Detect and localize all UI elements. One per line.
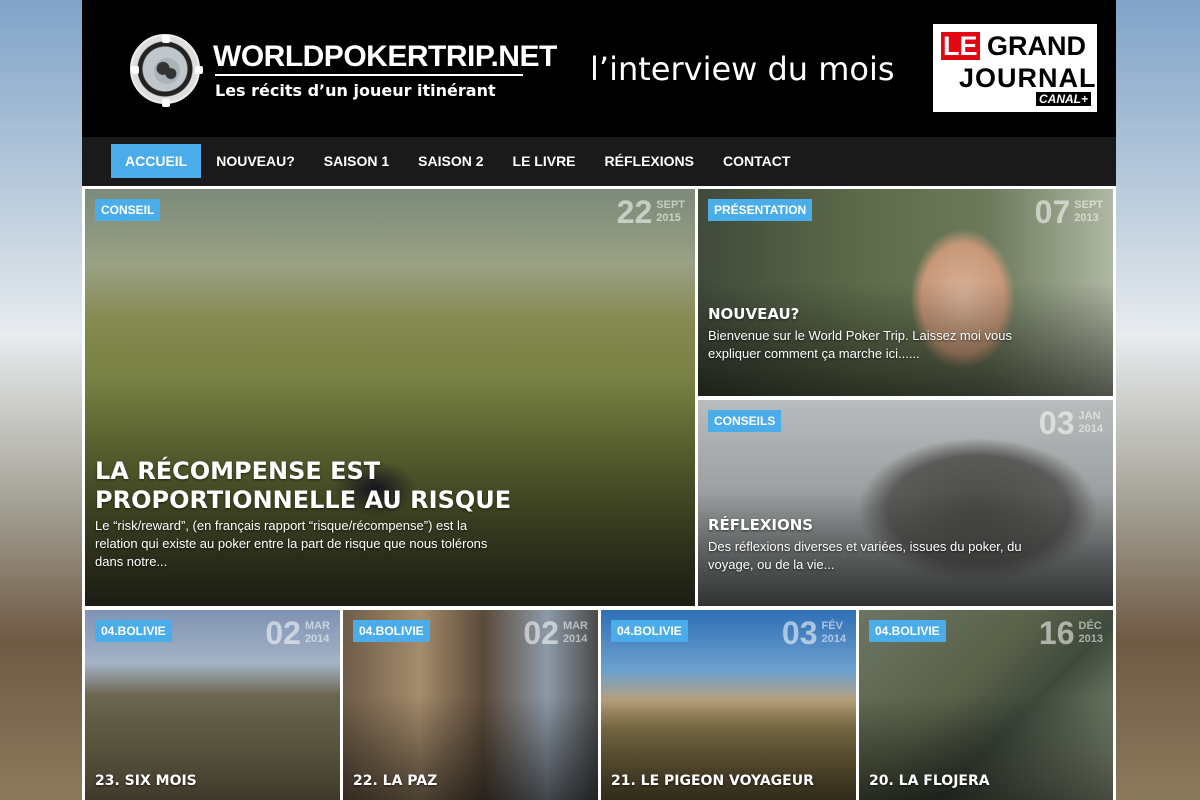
nav-item-nouveau[interactable]: NOUVEAU?	[202, 144, 309, 178]
date-day: 16	[1038, 615, 1075, 651]
post-date: 22 SEPT 2015	[617, 195, 685, 229]
category-tag[interactable]: PRÉSENTATION	[708, 199, 813, 221]
globe-logo-icon[interactable]	[130, 34, 203, 107]
nav-item-saison-1[interactable]: SAISON 1	[310, 144, 403, 178]
date-year: 2014	[562, 633, 588, 645]
nav-item-le-livre[interactable]: LE LIVRE	[499, 144, 590, 178]
logo-grand: GRAND	[987, 31, 1086, 61]
story-title[interactable]: 21. LE PIGEON VOYAGEUR	[611, 772, 814, 790]
date-month: SEPT	[656, 199, 685, 211]
post-date: 07 SEPT 2013	[1035, 195, 1103, 229]
category-tag[interactable]: 04.BOLIVIE	[95, 620, 172, 642]
post-date: 03 JAN 2014	[1039, 406, 1103, 440]
nav-item-saison-2[interactable]: SAISON 2	[404, 144, 497, 178]
date-month: MAR	[304, 620, 330, 632]
date-year: 2015	[656, 212, 681, 224]
post-title[interactable]: NOUVEAU?	[708, 305, 799, 323]
date-month: JAN	[1078, 410, 1101, 422]
chip-notch-icon	[162, 35, 170, 43]
logo-le: LE	[941, 31, 980, 61]
story-card[interactable]: 04.BOLIVIE 03 FÉV 2014 21. LE PIGEON VOY…	[601, 610, 856, 800]
story-title[interactable]: 23. SIX MOIS	[95, 772, 197, 790]
post-title[interactable]: LA RÉCOMPENSE EST PROPORTIONNELLE AU RIS…	[95, 457, 515, 515]
date-day: 22	[616, 194, 653, 230]
date-month-year: DÉC 2013	[1079, 620, 1103, 646]
site-title[interactable]: WORLDPOKERTRIP.NET	[213, 40, 557, 74]
post-date: 02 MAR 2014	[265, 616, 330, 650]
post-title[interactable]: RÉFLEXIONS	[708, 516, 813, 534]
date-year: 2014	[304, 633, 330, 645]
date-month-year: SEPT 2015	[656, 199, 685, 225]
post-excerpt: Le “risk/reward”, (en français rapport “…	[95, 518, 488, 569]
date-month: SEPT	[1074, 199, 1103, 211]
featured-card-reflexions[interactable]: CONSEILS 03 JAN 2014 RÉFLEXIONS Des réfl…	[698, 400, 1113, 606]
category-tag[interactable]: 04.BOLIVIE	[611, 620, 688, 642]
category-tag[interactable]: 04.BOLIVIE	[869, 620, 946, 642]
page-container: WORLDPOKERTRIP.NET Les récits d’un joueu…	[82, 0, 1116, 800]
date-month-year: JAN 2014	[1079, 410, 1103, 436]
chip-notch-icon	[162, 99, 170, 107]
date-month-year: MAR 2014	[305, 620, 330, 646]
nav-item-accueil[interactable]: ACCUEIL	[111, 144, 202, 178]
logo-divider	[215, 74, 523, 76]
category-tag[interactable]: CONSEILS	[708, 410, 782, 432]
site-header: WORLDPOKERTRIP.NET Les récits d’un joueu…	[82, 0, 1116, 137]
story-title[interactable]: 22. LA PAZ	[353, 772, 437, 790]
date-day: 02	[265, 615, 301, 651]
chip-notch-icon	[131, 66, 139, 74]
interview-link[interactable]: l’interview du mois	[590, 50, 895, 88]
story-title[interactable]: 20. LA FLOJERA	[869, 772, 990, 790]
logo-canal: CANAL+	[1035, 92, 1091, 106]
date-month-year: MAR 2014	[563, 620, 588, 646]
featured-card-presentation[interactable]: PRÉSENTATION 07 SEPT 2013 NOUVEAU? Bienv…	[698, 189, 1113, 396]
post-date: 03 FÉV 2014	[782, 616, 846, 650]
globe-land-icon	[154, 58, 180, 84]
category-tag[interactable]: CONSEIL	[95, 199, 161, 221]
date-year: 2013	[1078, 633, 1103, 645]
date-day: 02	[523, 615, 559, 651]
le-grand-journal-logo[interactable]: LE GRAND JOURNAL CANAL+	[933, 24, 1097, 112]
date-month: DÉC	[1078, 620, 1102, 632]
post-excerpt: Bienvenue sur le World Poker Trip. Laiss…	[708, 328, 1012, 361]
date-year: 2014	[1078, 423, 1103, 435]
site-tagline: Les récits d’un joueur itinérant	[215, 81, 496, 100]
chip-notch-icon	[195, 66, 203, 74]
logo-journal: JOURNAL	[959, 63, 1097, 93]
date-month-year: SEPT 2013	[1074, 199, 1103, 225]
featured-card-main[interactable]: CONSEIL 22 SEPT 2015 LA RÉCOMPENSE EST P…	[85, 189, 695, 606]
category-tag[interactable]: 04.BOLIVIE	[353, 620, 430, 642]
date-year: 2013	[1074, 212, 1099, 224]
date-year: 2014	[821, 633, 846, 645]
date-month-year: FÉV 2014	[822, 620, 846, 646]
nav-item-contact[interactable]: CONTACT	[709, 144, 804, 178]
date-day: 07	[1034, 194, 1071, 230]
date-month: MAR	[562, 620, 588, 632]
story-card[interactable]: 04.BOLIVIE 02 MAR 2014 22. LA PAZ	[343, 610, 598, 800]
date-day: 03	[781, 615, 818, 651]
post-excerpt: Des réflexions diverses et variées, issu…	[708, 539, 1022, 572]
main-nav: ACCUEIL NOUVEAU? SAISON 1 SAISON 2 LE LI…	[82, 137, 1116, 186]
nav-item-reflexions[interactable]: RÉFLEXIONS	[591, 144, 708, 178]
story-card[interactable]: 04.BOLIVIE 02 MAR 2014 23. SIX MOIS	[85, 610, 340, 800]
date-day: 03	[1038, 405, 1075, 441]
post-date: 02 MAR 2014	[523, 616, 588, 650]
date-month: FÉV	[821, 620, 843, 632]
post-date: 16 DÉC 2013	[1039, 616, 1103, 650]
story-card[interactable]: 04.BOLIVIE 16 DÉC 2013 20. LA FLOJERA	[859, 610, 1113, 800]
